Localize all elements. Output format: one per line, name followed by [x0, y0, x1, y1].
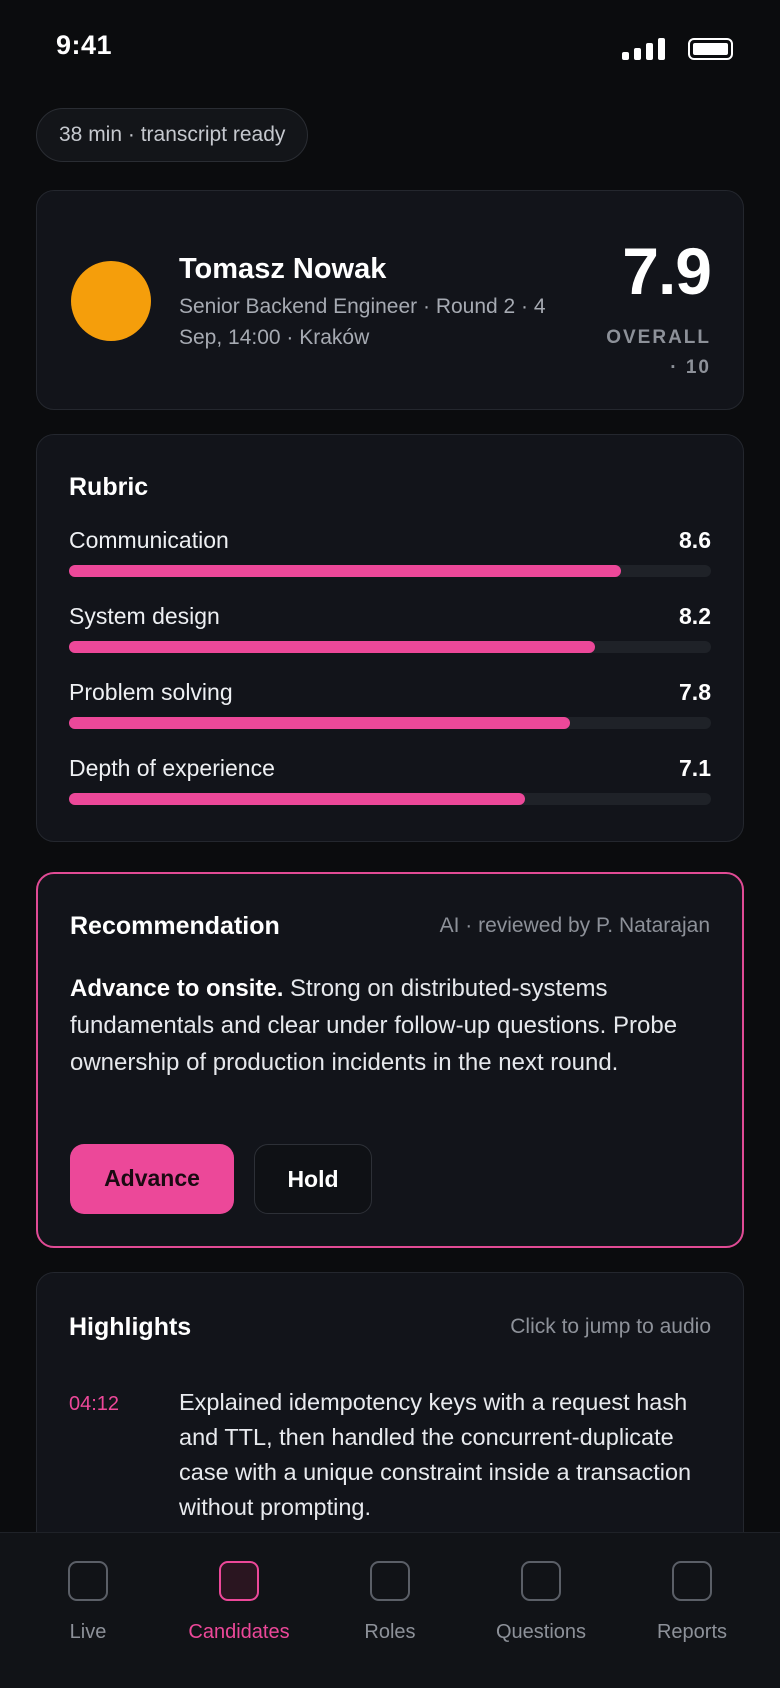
- rubric-row-problem-solving: Problem solving 7.8: [69, 679, 711, 739]
- rubric-bar-fill: [69, 793, 525, 805]
- overall-score-label: OVERALL · 10: [606, 327, 711, 378]
- rubric-value: 8.6: [679, 527, 711, 553]
- recommendation-card: Recommendation AI · reviewed by P. Natar…: [36, 872, 744, 1248]
- rubric-card: Rubric Communication 8.6 System design 8…: [36, 434, 744, 842]
- tab-live[interactable]: Live: [13, 1561, 163, 1661]
- rubric-bar-track: [69, 717, 711, 729]
- rubric-bar-track: [69, 641, 711, 653]
- rubric-label: Problem solving: [69, 679, 233, 705]
- status-bar: 9:41: [0, 0, 780, 100]
- roles-icon: [370, 1561, 410, 1601]
- candidate-name: Tomasz Nowak: [179, 253, 387, 285]
- rubric-bar-fill: [69, 717, 570, 729]
- rubric-label: Depth of experience: [69, 755, 275, 781]
- rubric-label: System design: [69, 603, 220, 629]
- tab-label: Questions: [495, 1621, 587, 1643]
- recommendation-verdict: Advance to onsite.: [70, 975, 284, 1002]
- highlight-text[interactable]: Explained idempotency keys with a reques…: [179, 1385, 699, 1525]
- rubric-value: 7.1: [679, 755, 711, 781]
- rubric-bar-track: [69, 793, 711, 805]
- rubric-title: Rubric: [69, 473, 149, 501]
- session-status-chip: 38 min · transcript ready: [36, 108, 309, 162]
- tab-label: Candidates: [188, 1621, 290, 1643]
- rubric-value: 7.8: [679, 679, 711, 705]
- questions-icon: [521, 1561, 561, 1601]
- screen: 9:41 38 min · transcript ready Tomasz No…: [0, 0, 780, 1688]
- avatar: [71, 261, 151, 341]
- rubric-row-system-design: System design 8.2: [69, 603, 711, 663]
- tab-candidates[interactable]: Candidates: [164, 1561, 314, 1661]
- rubric-value: 8.2: [679, 603, 711, 629]
- rubric-row-depth-of-experience: Depth of experience 7.1: [69, 755, 711, 815]
- candidates-icon: [219, 1561, 259, 1601]
- tab-label: Reports: [656, 1621, 728, 1643]
- overall-score: 7.9: [622, 234, 712, 308]
- recommendation-text: Advance to onsite. Strong on distributed…: [70, 970, 720, 1081]
- signal-icon: [622, 38, 666, 60]
- reports-icon: [672, 1561, 712, 1601]
- tab-reports[interactable]: Reports: [617, 1561, 767, 1661]
- rubric-bar-fill: [69, 641, 596, 653]
- highlights-hint: Click to jump to audio: [510, 1315, 711, 1338]
- tab-roles[interactable]: Roles: [315, 1561, 465, 1661]
- rubric-row-communication: Communication 8.6: [69, 527, 711, 587]
- tab-questions[interactable]: Questions: [466, 1561, 616, 1661]
- highlights-title: Highlights: [69, 1313, 192, 1341]
- rubric-bar-fill: [69, 565, 622, 577]
- recommendation-reviewer: AI · reviewed by P. Natarajan: [439, 914, 710, 937]
- tab-bar: Live Candidates Roles Questions Reports: [0, 1532, 780, 1688]
- tab-label: Live: [69, 1621, 107, 1643]
- highlight-timestamp[interactable]: 04:12: [69, 1393, 119, 1416]
- advance-button[interactable]: Advance: [70, 1144, 234, 1214]
- candidate-card: Tomasz Nowak Senior Backend Engineer · R…: [36, 190, 744, 410]
- rubric-label: Communication: [69, 527, 229, 553]
- hold-button[interactable]: Hold: [254, 1144, 372, 1214]
- tab-label: Roles: [364, 1621, 416, 1643]
- candidate-meta: Senior Backend Engineer · Round 2 · 4 Se…: [179, 295, 546, 349]
- recommendation-title: Recommendation: [70, 912, 280, 940]
- live-icon: [68, 1561, 108, 1601]
- rubric-bar-track: [69, 565, 711, 577]
- status-time: 9:41: [56, 30, 113, 60]
- battery-icon: [688, 38, 733, 60]
